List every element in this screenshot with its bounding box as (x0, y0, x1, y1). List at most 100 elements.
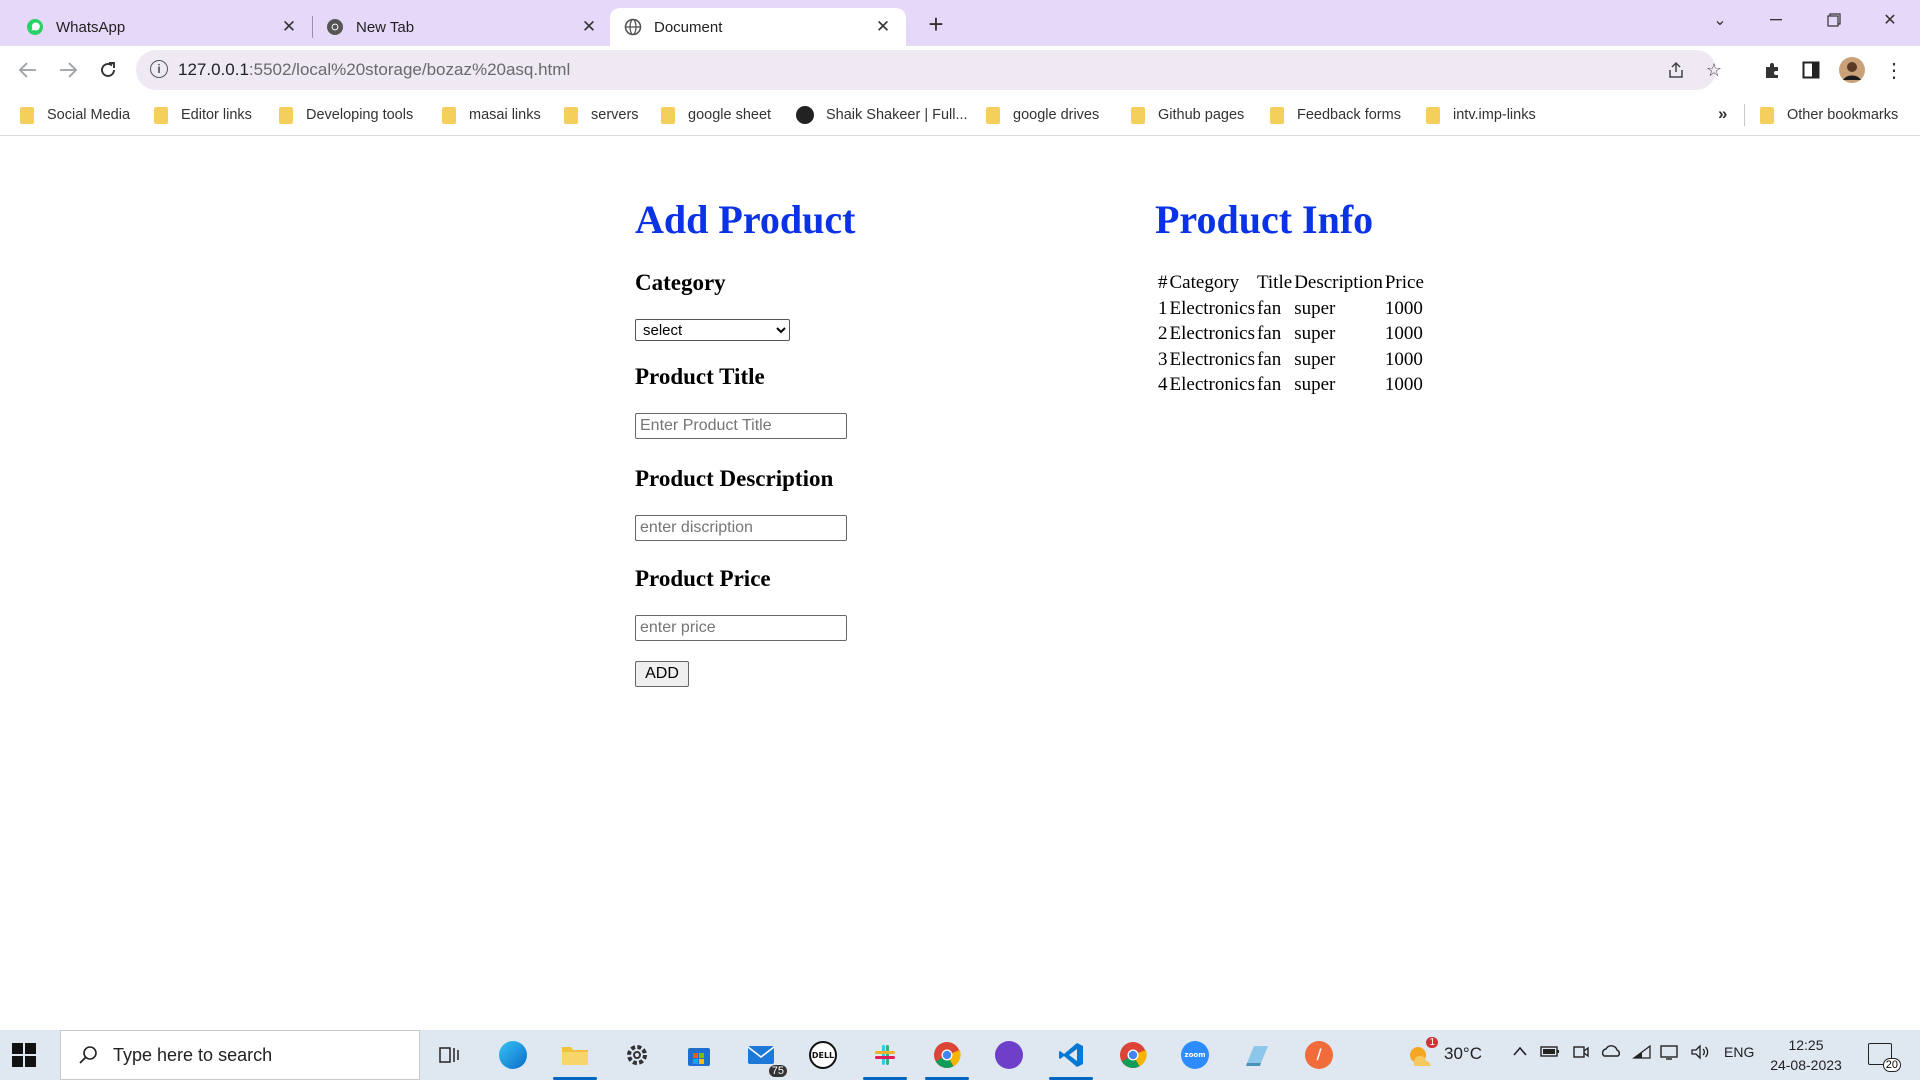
close-icon[interactable]: ✕ (580, 17, 598, 36)
product-description-input[interactable] (635, 515, 847, 541)
new-tab-button[interactable]: + (922, 9, 950, 39)
row-number: 2 (1158, 323, 1168, 344)
edge-icon[interactable] (495, 1037, 531, 1073)
close-window-icon[interactable]: ✕ (1862, 0, 1918, 40)
weather-alert-badge: 1 (1426, 1037, 1438, 1048)
chevron-up-icon[interactable] (1512, 1044, 1528, 1062)
bookmark-label: Shaik Shakeer | Full... (826, 107, 968, 123)
avatar[interactable] (1838, 56, 1866, 84)
close-icon[interactable]: ✕ (280, 17, 298, 36)
star-icon[interactable]: ☆ (1702, 58, 1726, 82)
info-icon[interactable]: i (150, 60, 168, 78)
minimize-icon[interactable] (1748, 0, 1804, 40)
display-icon[interactable] (1660, 1044, 1680, 1064)
row-description: super (1294, 297, 1336, 319)
reload-icon[interactable] (92, 54, 124, 86)
dell-icon[interactable]: DELL (805, 1037, 841, 1073)
clock-time: 12:25 (1788, 1037, 1824, 1053)
table-row: 4 Electronics fan super 1000 (1158, 373, 1424, 397)
chrome-icon[interactable] (925, 1037, 969, 1080)
tab-document[interactable]: Document ✕ (610, 8, 906, 46)
bookmark-divider (1744, 104, 1745, 126)
file-explorer-icon[interactable] (553, 1037, 597, 1080)
battery-icon[interactable] (1540, 1044, 1560, 1062)
form-heading: Add Product (635, 197, 856, 242)
clock[interactable]: 12:25 24-08-2023 (1768, 1035, 1844, 1075)
settings-gear-icon[interactable] (619, 1037, 655, 1073)
pen-app-icon[interactable]: / (1301, 1037, 1337, 1073)
tab-search-icon[interactable]: ⌄ (1692, 0, 1748, 40)
extensions-icon[interactable] (1758, 56, 1786, 84)
bookmark-intv-imp-links[interactable]: intv.imp-links (1426, 104, 1536, 126)
row-title: fan (1256, 374, 1282, 395)
other-bookmarks[interactable]: Other bookmarks (1760, 104, 1898, 126)
product-title-input[interactable] (635, 413, 847, 439)
notification-icon[interactable]: 20 (1868, 1043, 1901, 1072)
bookmark-google-drives[interactable]: google drives (986, 104, 1099, 126)
taskbar-search[interactable]: Type here to search (60, 1030, 420, 1080)
onedrive-icon[interactable] (1600, 1044, 1622, 1062)
bookmarks-overflow-icon[interactable]: » (1718, 104, 1727, 124)
product-table: # Category Title Description Price 1 Ele… (1156, 269, 1426, 399)
language-indicator[interactable]: ENG (1724, 1044, 1754, 1060)
bookmark-feedback-forms[interactable]: Feedback forms (1270, 104, 1401, 126)
chrome-icon (326, 18, 344, 36)
side-panel-icon[interactable] (1797, 56, 1825, 84)
column-header: Price (1384, 272, 1424, 293)
bookmark-label: Feedback forms (1297, 107, 1401, 123)
task-view-icon[interactable] (432, 1037, 468, 1073)
column-header: Title (1256, 272, 1293, 293)
bookmark-label: Social Media (47, 107, 131, 123)
folder-icon (279, 106, 293, 124)
windows-start-icon[interactable] (12, 1043, 36, 1067)
bookmark-editor-links[interactable]: Editor links (154, 104, 252, 126)
bookmark-google-sheet[interactable]: google sheet (661, 104, 771, 126)
tab-whatsapp[interactable]: WhatsApp ✕ (12, 8, 312, 46)
weather-icon[interactable]: 1 (1402, 1037, 1438, 1073)
restore-icon[interactable] (1806, 0, 1862, 40)
bookmark-social-media[interactable]: Social Media (20, 104, 130, 126)
forward-icon[interactable] (52, 54, 84, 86)
globe-icon (624, 18, 642, 36)
address-bar[interactable]: i 127.0.0.1:5502/local%20storage/bozaz%2… (136, 50, 1722, 90)
tab-new-tab[interactable]: New Tab ✕ (312, 8, 612, 46)
volume-icon[interactable] (1690, 1044, 1710, 1064)
wifi-icon[interactable] (1632, 1044, 1652, 1064)
bookmark-developing-tools[interactable]: Developing tools (279, 104, 413, 126)
chrome-profile-icon[interactable] (1115, 1037, 1151, 1073)
product-price-input[interactable] (635, 615, 847, 641)
row-price: 1000 (1384, 297, 1423, 319)
bookmark-label: servers (591, 107, 639, 123)
notepad-icon[interactable] (1239, 1037, 1275, 1073)
store-icon[interactable] (681, 1037, 717, 1073)
back-icon[interactable] (12, 54, 44, 86)
close-icon[interactable]: ✕ (874, 17, 892, 36)
menu-icon[interactable]: ⋮ (1880, 56, 1908, 84)
row-description: super (1294, 374, 1336, 395)
bookmark-github-pages[interactable]: Github pages (1131, 104, 1244, 126)
zoom-icon[interactable]: zoom (1177, 1037, 1213, 1073)
github-desktop-icon[interactable] (991, 1037, 1027, 1073)
bookmark-label: Other bookmarks (1787, 107, 1899, 123)
bookmark-masai-links[interactable]: masai links (442, 104, 541, 126)
bookmark-servers[interactable]: servers (564, 104, 639, 126)
tab-title: Document (654, 18, 723, 36)
vscode-icon[interactable] (1049, 1037, 1093, 1080)
add-button[interactable]: ADD (635, 661, 689, 687)
info-heading: Product Info (1155, 197, 1374, 242)
meet-icon[interactable] (1572, 1044, 1590, 1064)
category-select[interactable]: select (635, 319, 790, 341)
slack-icon[interactable] (863, 1037, 907, 1080)
bookmark-label: masai links (469, 107, 541, 123)
column-header: # (1158, 272, 1168, 293)
bookmark-shaik-shakeer[interactable]: Shaik Shakeer | Full... (796, 104, 968, 126)
share-icon[interactable] (1664, 58, 1688, 82)
page-content: Add Product Category select Product Titl… (0, 137, 1920, 1030)
mail-icon[interactable]: 75 (743, 1037, 787, 1077)
folder-icon (986, 106, 1000, 124)
row-price: 1000 (1384, 323, 1423, 344)
row-title: fan (1256, 348, 1282, 370)
